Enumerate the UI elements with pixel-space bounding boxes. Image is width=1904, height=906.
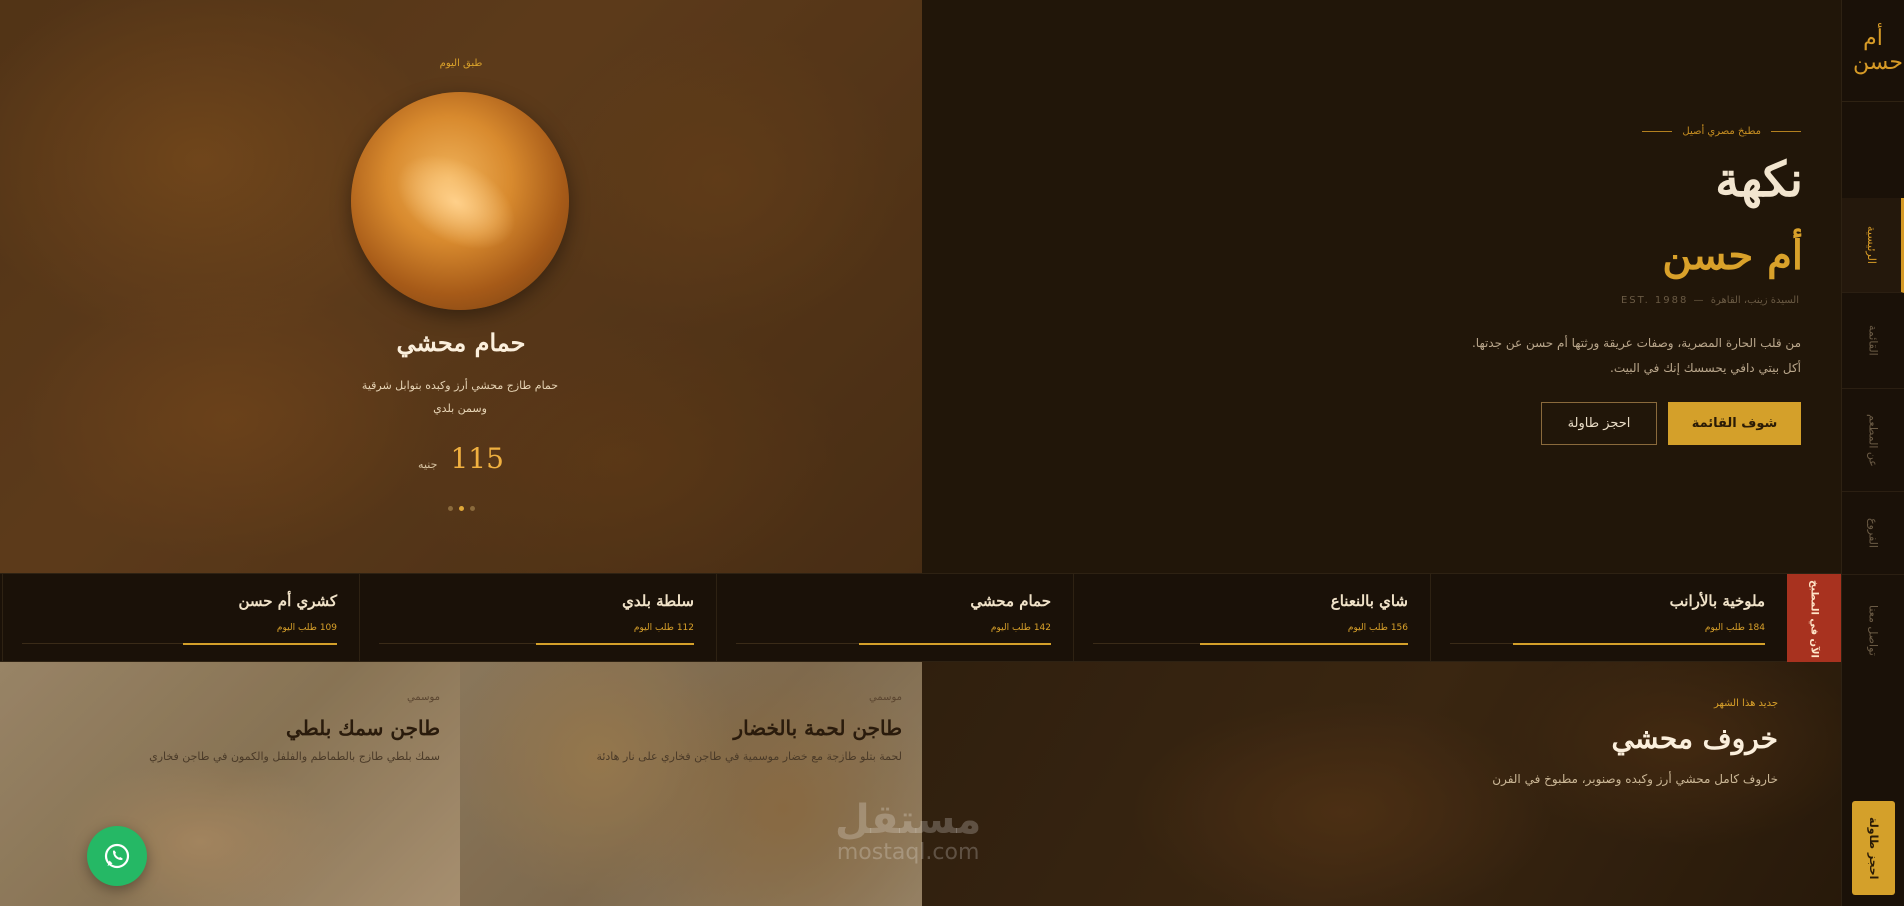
hero-title-accent: أم حسن xyxy=(1662,232,1803,279)
nav-item-contact[interactable]: تواصل معنا xyxy=(1842,575,1904,685)
book-table-button[interactable]: احجز طاولة xyxy=(1541,402,1657,445)
nav-item-about[interactable]: عن المطعم xyxy=(1842,389,1904,492)
featured-card-main[interactable]: جديد هذا الشهر خروف محشي خاروف كامل محشي… xyxy=(922,662,1841,906)
dish-description: حمام طازج محشي أرز وكبده بتوابل شرقية وس… xyxy=(361,379,559,415)
carousel-dot[interactable] xyxy=(447,506,453,511)
now-in-kitchen-label: الآن في المطبخ xyxy=(1808,579,1820,658)
popular-item-name: سلطة بلدي xyxy=(622,592,694,610)
dish-price: 115 جنيه xyxy=(0,442,922,475)
featured-title: خروف محشي xyxy=(1611,722,1778,755)
featured-description: لحمة بتلو طازجة مع خضار موسمية في طاجن ف… xyxy=(596,750,902,763)
brand-logo-text: أم حسن xyxy=(1853,25,1903,75)
popular-item-count: 184 طلب اليوم xyxy=(1704,623,1765,633)
nav-item-branches[interactable]: الفروع xyxy=(1842,492,1904,575)
popular-item-bar xyxy=(1513,643,1765,645)
side-nav: أم حسن الرئيسية القائمة عن المطعم الفروع… xyxy=(1841,0,1904,906)
popular-item-name: حمام محشي xyxy=(970,592,1051,610)
now-in-kitchen-badge: الآن في المطبخ xyxy=(1787,574,1841,663)
kicker-line xyxy=(1771,131,1801,132)
nav-item-home[interactable]: الرئيسية xyxy=(1842,198,1904,293)
popular-item-bar xyxy=(536,643,694,645)
price-value: 115 xyxy=(450,442,504,475)
hero-kicker: مطبخ مصري أصيل xyxy=(1642,126,1801,137)
popular-strip: الآن في المطبخ ملوخية بالأرانب 184 طلب ا… xyxy=(0,573,1841,663)
view-menu-button[interactable]: شوف القائمة xyxy=(1668,402,1801,445)
featured-tag: جديد هذا الشهر xyxy=(1714,698,1778,709)
nav-item-label: تواصل معنا xyxy=(1866,604,1880,656)
popular-item-count: 142 طلب اليوم xyxy=(990,623,1051,633)
popular-item-count: 112 طلب اليوم xyxy=(633,623,694,633)
popular-item[interactable]: شاي بالنعناع 156 طلب اليوم xyxy=(1073,574,1430,663)
nav-item-menu[interactable]: القائمة xyxy=(1842,293,1904,389)
kicker-line xyxy=(1642,131,1673,132)
featured-title: طاجن سمك بلطي xyxy=(286,716,440,740)
hero-section: مطبخ مصري أصيل نكهة أم حسن EST. 1988 — ا… xyxy=(922,0,1841,573)
popular-item[interactable]: كشري أم حسن 109 طلب اليوم xyxy=(2,574,359,663)
rail-book-label: احجز طاولة xyxy=(1867,816,1880,880)
brand-logo[interactable]: أم حسن xyxy=(1842,0,1904,102)
dish-name: حمام محشي xyxy=(396,328,526,357)
dish-of-day-card: طبق اليوم حمام محشي حمام طازج محشي أرز و… xyxy=(0,0,922,573)
hero-title: نكهة xyxy=(1715,152,1803,208)
popular-item-name: كشري أم حسن xyxy=(238,592,337,610)
popular-item-bar xyxy=(183,643,337,645)
carousel-dot[interactable] xyxy=(469,506,475,511)
carousel-dot-active[interactable] xyxy=(458,506,464,511)
popular-item-bar xyxy=(1200,643,1408,645)
featured-title: طاجن لحمة بالخضار xyxy=(733,716,902,740)
nav-item-label: القائمة xyxy=(1866,325,1880,356)
featured-description: سمك بلطي طازج بالطماطم والفلفل والكمون ف… xyxy=(149,750,440,763)
popular-item-name: شاي بالنعناع xyxy=(1330,592,1408,610)
popular-item-bar xyxy=(859,643,1051,645)
hero-intro: من قلب الحارة المصرية، وصفات عريقة ورثته… xyxy=(1471,336,1801,375)
popular-item[interactable]: سلطة بلدي 112 طلب اليوم xyxy=(359,574,716,663)
rail-book-table-button[interactable]: احجز طاولة xyxy=(1852,801,1895,895)
price-currency: جنيه xyxy=(418,458,438,471)
popular-item-name: ملوخية بالأرانب xyxy=(1669,592,1765,610)
nav-item-label: الرئيسية xyxy=(1865,226,1878,264)
popular-item-count: 156 طلب اليوم xyxy=(1347,623,1408,633)
featured-card[interactable]: موسمي طاجن لحمة بالخضار لحمة بتلو طازجة … xyxy=(460,662,922,906)
carousel-dots xyxy=(0,506,922,511)
dish-of-day-kicker: طبق اليوم xyxy=(439,58,483,69)
popular-item[interactable]: ملوخية بالأرانب 184 طلب اليوم xyxy=(1430,574,1787,663)
hero-established: EST. 1988 — السيدة زينب، القاهرة xyxy=(1620,295,1799,306)
featured-tag: موسمي xyxy=(868,692,902,703)
nav-item-label: الفروع xyxy=(1866,518,1880,548)
dish-photo xyxy=(351,92,569,310)
nav-item-label: عن المطعم xyxy=(1866,413,1880,467)
featured-tag: موسمي xyxy=(406,692,440,703)
featured-card[interactable]: موسمي طاجن سمك بلطي سمك بلطي طازج بالطما… xyxy=(0,662,460,906)
popular-item-count: 109 طلب اليوم xyxy=(276,623,337,633)
featured-description: خاروف كامل محشي أرز وكبده وصنوبر، مطبوخ … xyxy=(1492,772,1778,786)
popular-item[interactable]: حمام محشي 142 طلب اليوم xyxy=(716,574,1073,663)
hero-kicker-text: مطبخ مصري أصيل xyxy=(1682,126,1761,137)
